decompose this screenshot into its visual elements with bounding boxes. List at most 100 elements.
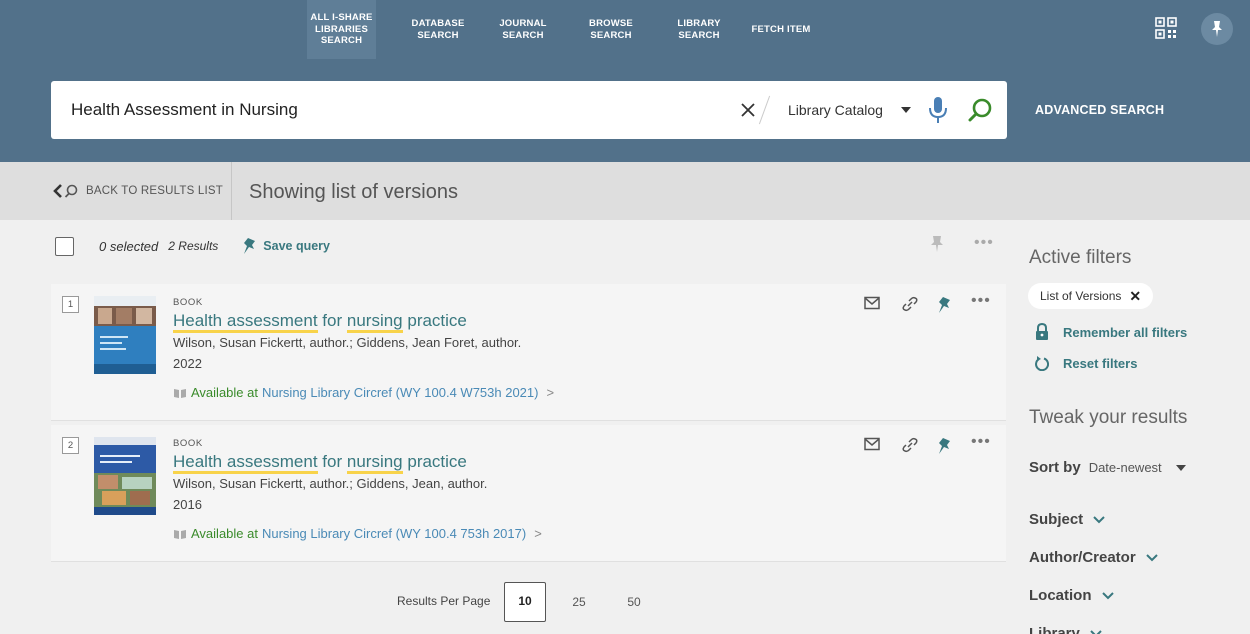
facet-subject[interactable]: Subject <box>1029 511 1105 528</box>
active-filters-heading: Active filters <box>1029 247 1132 268</box>
pinned-items-button[interactable] <box>1201 13 1233 45</box>
pin-all-icon[interactable] <box>930 235 944 253</box>
result-actions: ••• <box>864 433 994 457</box>
book-cover-image[interactable] <box>94 296 156 374</box>
search-box: Health Assessment in Nursing Library Cat… <box>51 81 1007 139</box>
permalink-icon[interactable] <box>901 296 919 312</box>
result-author: Wilson, Susan Fickertt, author.; Giddens… <box>173 335 522 350</box>
save-query-label: Save query <box>263 239 331 253</box>
save-query-button[interactable]: Save query <box>242 237 330 255</box>
clear-search-icon[interactable] <box>739 101 757 119</box>
facet-library[interactable]: Library <box>1029 625 1102 634</box>
remember-all-filters-button[interactable]: Remember all filters <box>1035 323 1187 341</box>
email-icon[interactable] <box>864 296 880 310</box>
results-count: 2 Results <box>168 239 219 253</box>
select-all-checkbox[interactable] <box>55 236 74 256</box>
result-type: BOOK <box>173 297 203 308</box>
book-cover-image[interactable] <box>94 437 156 515</box>
result-actions: ••• <box>864 292 994 316</box>
page-title: Showing list of versions <box>249 181 458 203</box>
active-filter-chip[interactable]: List of Versions ✕ <box>1028 283 1154 309</box>
chevron-down-icon <box>1090 629 1102 634</box>
result-title-link[interactable]: Health assessment for nursing practice <box>173 311 467 333</box>
permalink-icon[interactable] <box>901 437 919 453</box>
result-type: BOOK <box>173 438 203 449</box>
back-search-icon <box>53 184 78 198</box>
title-text: practice <box>402 311 467 330</box>
facet-label: Location <box>1029 587 1092 604</box>
chevron-right-icon: > <box>534 526 542 541</box>
lock-icon <box>1036 323 1048 340</box>
per-page-option-25[interactable]: 25 <box>566 582 592 622</box>
chevron-down-icon <box>1101 591 1114 599</box>
sort-by-select[interactable]: Sort by Date-newest <box>1029 459 1186 476</box>
pin-icon[interactable] <box>937 296 953 314</box>
nav-all-ishare-libraries-search[interactable]: ALL I-SHARE LIBRARIES SEARCH <box>307 0 376 59</box>
per-page-option-50[interactable]: 50 <box>621 582 647 622</box>
availability-status: Available at <box>191 385 258 400</box>
search-icon[interactable] <box>968 97 994 123</box>
selected-count: 0 selected <box>99 238 159 254</box>
result-year: 2016 <box>173 497 202 512</box>
title-text: practice <box>402 452 467 471</box>
qr-code-icon[interactable] <box>1155 17 1177 39</box>
result-number[interactable]: 2 <box>62 437 79 454</box>
nav-database-search[interactable]: DATABASE SEARCH <box>398 0 478 59</box>
result-item[interactable]: 1 BOOK Health assessment for nursing pra… <box>51 284 1006 421</box>
availability-status: Available at <box>191 526 258 541</box>
result-item[interactable]: 2 BOOK Health assessment for nursing pra… <box>51 425 1006 562</box>
reset-label: Reset filters <box>1063 355 1138 371</box>
title-text: for <box>317 452 347 471</box>
chevron-down-icon <box>900 107 911 113</box>
open-book-icon <box>174 529 186 539</box>
more-actions-icon[interactable]: ••• <box>971 433 991 451</box>
title-text: for <box>317 311 347 330</box>
result-number[interactable]: 1 <box>62 296 79 313</box>
open-book-icon <box>174 388 186 398</box>
facet-author-creator[interactable]: Author/Creator <box>1029 549 1158 566</box>
result-author: Wilson, Susan Fickertt, author.; Giddens… <box>173 476 488 491</box>
microphone-icon[interactable] <box>927 95 949 125</box>
search-bar-area: Health Assessment in Nursing Library Cat… <box>0 59 1250 162</box>
availability-location: Nursing Library Circref (WY 100.4 W753h … <box>261 385 539 400</box>
divider <box>231 162 232 220</box>
results-per-page-label: Results Per Page <box>397 594 491 608</box>
tweak-results-heading: Tweak your results <box>1029 407 1188 428</box>
sort-label: Sort by <box>1029 459 1081 476</box>
search-scope-select[interactable]: Library Catalog <box>788 81 911 139</box>
more-actions-icon[interactable]: ••• <box>971 292 991 310</box>
more-actions-icon[interactable]: ••• <box>974 234 994 252</box>
facet-label: Author/Creator <box>1029 549 1136 566</box>
nav-library-search[interactable]: LIBRARY SEARCH <box>659 0 739 59</box>
availability-link[interactable]: Available at Nursing Library Circref (WY… <box>173 526 542 541</box>
email-icon[interactable] <box>864 437 880 451</box>
availability-link[interactable]: Available at Nursing Library Circref (WY… <box>173 385 554 400</box>
nav-fetch-item[interactable]: FETCH ITEM <box>741 0 821 59</box>
reset-icon <box>1035 356 1049 371</box>
back-to-results-link[interactable]: BACK TO RESULTS LIST <box>52 162 223 220</box>
facet-location[interactable]: Location <box>1029 587 1114 604</box>
chevron-right-icon: > <box>546 385 555 400</box>
remember-label: Remember all filters <box>1063 324 1188 340</box>
filter-chip-label: List of Versions <box>1040 289 1122 303</box>
result-title-link[interactable]: Health assessment for nursing practice <box>173 452 467 474</box>
title-highlight: Health assessment <box>173 452 318 474</box>
pin-icon[interactable] <box>937 437 953 455</box>
search-scope-value: Library Catalog <box>788 102 883 118</box>
filters-sidebar: Active filters List of Versions ✕ Rememb… <box>1018 220 1250 634</box>
availability-location: Nursing Library Circref (WY 100.4 753h 2… <box>261 526 527 541</box>
title-highlight: Health assessment <box>173 311 318 333</box>
nav-journal-search[interactable]: JOURNAL SEARCH <box>483 0 563 59</box>
title-highlight: nursing <box>346 311 403 333</box>
search-input[interactable]: Health Assessment in Nursing <box>71 81 298 139</box>
top-navigation: ALL I-SHARE LIBRARIES SEARCH DATABASE SE… <box>0 0 1250 59</box>
title-highlight: nursing <box>346 452 403 474</box>
reset-filters-button[interactable]: Reset filters <box>1035 355 1137 371</box>
pin-icon <box>1212 21 1222 37</box>
nav-browse-search[interactable]: BROWSE SEARCH <box>571 0 651 59</box>
remove-filter-icon[interactable]: ✕ <box>1129 288 1141 305</box>
results-per-page: Results Per Page 10 25 50 <box>0 582 1006 622</box>
per-page-option-10[interactable]: 10 <box>504 582 546 622</box>
facet-label: Library <box>1029 625 1080 634</box>
advanced-search-link[interactable]: ADVANCED SEARCH <box>1035 81 1164 139</box>
